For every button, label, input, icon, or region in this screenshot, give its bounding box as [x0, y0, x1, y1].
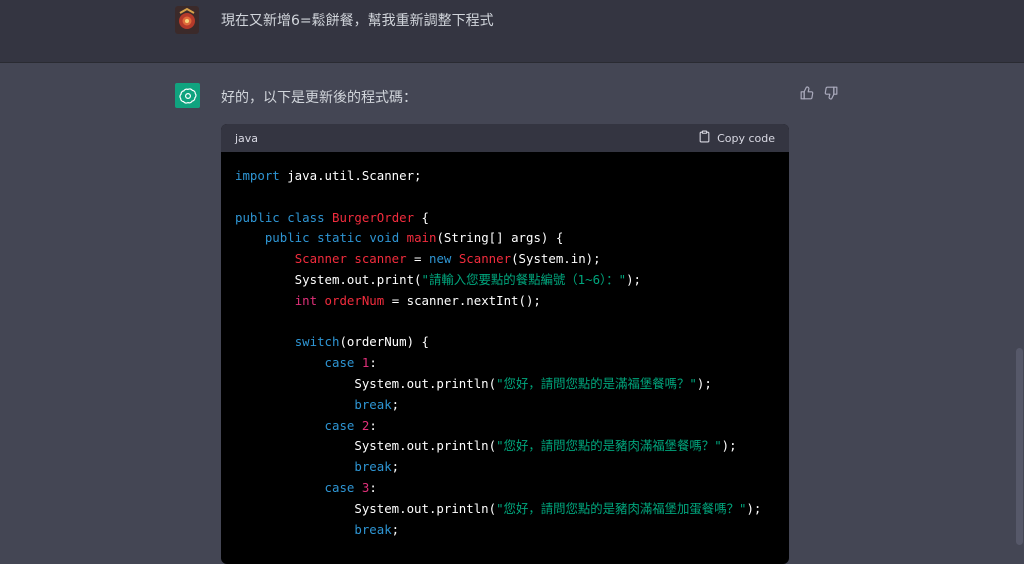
code-token: case — [324, 479, 355, 495]
code-token: case — [324, 417, 355, 433]
code-line: public class BurgerOrder { — [235, 208, 775, 229]
openai-logo-icon — [175, 83, 200, 108]
code-token: Scanner — [458, 251, 512, 267]
code-token: ; — [391, 459, 400, 475]
code-token: ; — [391, 396, 400, 412]
code-token: Scanner — [294, 251, 347, 267]
copy-code-button[interactable]: Copy code — [698, 130, 775, 146]
thumbs-down-icon[interactable] — [823, 85, 839, 101]
code-line: break; — [235, 395, 775, 416]
code-line: public static void main(String[] args) { — [235, 228, 775, 249]
code-token: switch — [294, 334, 340, 350]
code-content[interactable]: import java.util.Scanner; public class B… — [221, 152, 789, 554]
code-token: orderNum — [324, 292, 385, 308]
assistant-intro-text: 好的，以下是更新後的程式碼： — [221, 90, 417, 106]
code-token: System.out.println( — [235, 500, 497, 516]
code-token: case — [324, 355, 355, 371]
code-token: import — [235, 168, 280, 183]
code-token: main — [406, 230, 437, 246]
code-token: ; — [391, 521, 400, 537]
code-token: = scanner.nextInt(); — [384, 292, 541, 308]
code-token: BurgerOrder — [332, 209, 415, 225]
code-token: break — [354, 521, 392, 537]
user-message-row: 現在又新增6=鬆餅餐，幫我重新調整下程式 — [0, 0, 1024, 63]
scrollbar[interactable] — [1014, 0, 1024, 545]
code-line: break; — [235, 457, 775, 478]
code-line: case 1: — [235, 353, 775, 374]
code-line: break; — [235, 520, 775, 541]
code-line: System.out.println("您好，請問您點的是滿福堡餐嗎？"); — [235, 374, 775, 395]
copy-code-label: Copy code — [717, 131, 775, 145]
code-token: "您好，請問您點的是豬肉滿福堡加蛋餐嗎？" — [496, 500, 747, 516]
code-token: break — [354, 396, 392, 412]
code-token: "請輸入您要點的餐點編號（1~6）：" — [421, 271, 627, 287]
user-avatar-icon — [175, 6, 199, 34]
code-token: scanner — [354, 251, 407, 267]
code-token: = — [406, 251, 429, 267]
code-line: import java.util.Scanner; — [235, 166, 775, 187]
code-header: java Copy code — [221, 124, 789, 152]
code-token: System.out.println( — [235, 375, 497, 391]
code-line: switch(orderNum) { — [235, 332, 775, 353]
code-token: new — [428, 251, 452, 267]
scrollbar-thumb[interactable] — [1016, 348, 1023, 545]
code-token: "您好，請問您點的是滿福堡餐嗎？" — [496, 375, 697, 391]
code-token: static — [317, 230, 362, 246]
code-token: : — [369, 355, 377, 371]
code-token: ); — [626, 271, 641, 287]
code-line: System.out.print("請輸入您要點的餐點編號（1~6）："); — [235, 270, 775, 291]
assistant-message-row: 好的，以下是更新後的程式碼： java Copy code import jav… — [0, 63, 1024, 564]
code-token: ); — [721, 438, 737, 454]
code-token: (String[] args) { — [436, 230, 564, 246]
code-line: System.out.println("您好，請問您點的是豬肉滿福堡加蛋餐嗎？"… — [235, 499, 775, 520]
code-block: java Copy code import java.util.Scanner;… — [221, 124, 789, 564]
code-token: (System.in); — [511, 251, 601, 267]
code-token: System.out.print( — [235, 271, 422, 287]
user-message-text: 現在又新增6=鬆餅餐，幫我重新調整下程式 — [221, 13, 494, 29]
code-line: case 3: — [235, 478, 775, 499]
code-token: ); — [746, 500, 762, 516]
code-token: System.out.println( — [235, 438, 497, 454]
code-token: "您好，請問您點的是豬肉滿福堡餐嗎？" — [496, 438, 722, 454]
code-token: break — [354, 459, 392, 475]
code-token: (orderNum) { — [339, 334, 429, 350]
thumbs-up-icon[interactable] — [799, 85, 815, 101]
code-token: : — [369, 479, 377, 495]
code-token: int — [294, 292, 318, 308]
code-token: { — [414, 209, 429, 225]
code-line: System.out.println("您好，請問您點的是豬肉滿福堡餐嗎？"); — [235, 436, 775, 457]
code-line: Scanner scanner = new Scanner(System.in)… — [235, 249, 775, 270]
code-language-label: java — [235, 131, 259, 145]
code-token: class — [287, 209, 325, 225]
code-token: public — [264, 230, 310, 246]
code-token: ); — [696, 375, 712, 391]
clipboard-icon — [698, 130, 711, 146]
code-line: int orderNum = scanner.nextInt(); — [235, 291, 775, 312]
code-token: java.util.Scanner; — [279, 168, 422, 183]
code-token: : — [369, 417, 377, 433]
code-token: public — [235, 209, 280, 225]
code-line: case 2: — [235, 416, 775, 437]
code-token: void — [369, 230, 400, 246]
